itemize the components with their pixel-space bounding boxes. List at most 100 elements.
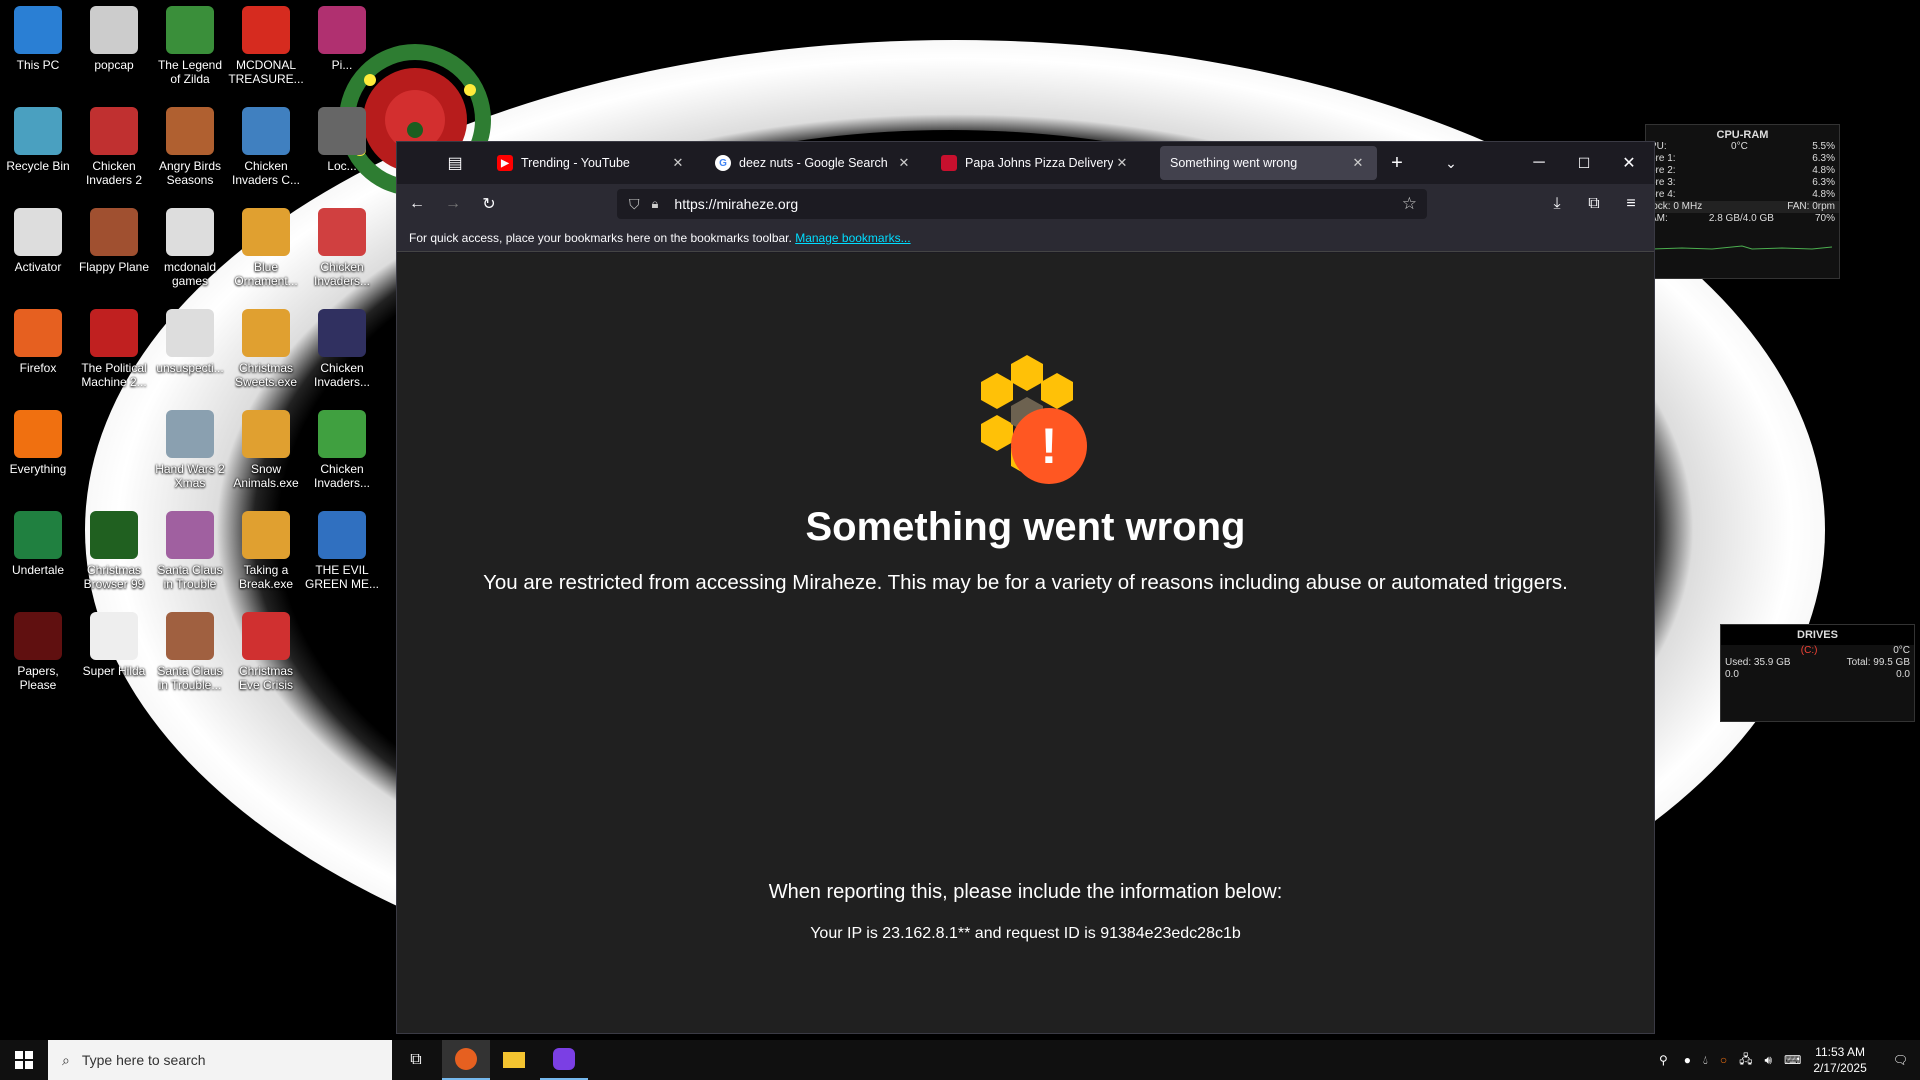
list-tabs-chevron-icon[interactable]: ⌄ bbox=[1437, 149, 1465, 177]
app-icon bbox=[90, 107, 138, 155]
close-icon[interactable]: ✕ bbox=[895, 155, 913, 171]
desktop-icon-label: Undertale bbox=[11, 563, 65, 577]
close-icon[interactable]: ✕ bbox=[1113, 155, 1131, 171]
desktop-icon[interactable]: Activator bbox=[0, 208, 76, 274]
extensions-icon[interactable]: ⧉ bbox=[1580, 190, 1608, 218]
tab-google[interactable]: G deez nuts - Google Search ✕ bbox=[705, 146, 923, 180]
desktop-icon[interactable]: The Political Machine 2... bbox=[76, 309, 152, 389]
desktop-icon[interactable]: Santa Claus in Trouble bbox=[152, 511, 228, 591]
desktop-icon[interactable]: Chicken Invaders 2 bbox=[76, 107, 152, 187]
tab-youtube[interactable]: ▶ Trending - YouTube ✕ bbox=[487, 146, 697, 180]
desktop-icon[interactable]: unsuspecti... bbox=[152, 309, 228, 375]
shield-icon[interactable]: ⛉ bbox=[629, 196, 640, 213]
people-icon[interactable]: ⚲ bbox=[1659, 1053, 1668, 1067]
url-text[interactable]: https://miraheze.org bbox=[674, 196, 798, 212]
app-icon bbox=[14, 410, 62, 458]
network-icon[interactable]: 🖧︎ bbox=[1739, 1050, 1752, 1071]
app-icon bbox=[318, 6, 366, 54]
desktop-icon[interactable]: Taking a Break.exe bbox=[228, 511, 304, 591]
downloads-icon[interactable]: ⤓ bbox=[1543, 190, 1571, 218]
desktop-icon[interactable]: Hand Wars 2 Xmas bbox=[152, 410, 228, 490]
close-icon[interactable]: ✕ bbox=[669, 155, 687, 171]
notification-icon[interactable]: 🗨︎ bbox=[1893, 1053, 1908, 1067]
everything-tray-icon[interactable]: ○ bbox=[1720, 1053, 1727, 1067]
tray-app-icon[interactable]: ● bbox=[1684, 1053, 1691, 1067]
address-bar[interactable]: ⛉ 🔒︎ https://miraheze.org ☆ bbox=[617, 189, 1427, 219]
desktop-icon-label: Activator bbox=[14, 260, 62, 274]
desktop-icon[interactable]: Chicken Invaders... bbox=[304, 410, 380, 490]
desktop-icon[interactable]: Recycle Bin bbox=[0, 107, 76, 173]
keyboard-icon[interactable]: ⌨ bbox=[1784, 1053, 1801, 1067]
desktop-icon-label: Santa Claus in Trouble bbox=[157, 563, 223, 591]
new-tab-button[interactable]: + bbox=[1383, 149, 1411, 177]
start-button[interactable] bbox=[0, 1040, 48, 1080]
cpu-clock: lock: 0 MHz bbox=[1650, 201, 1703, 212]
app-icon bbox=[318, 309, 366, 357]
taskbar-file-explorer[interactable] bbox=[490, 1040, 538, 1080]
drive-row: (C:) 0°C bbox=[1721, 645, 1914, 657]
desktop-icon[interactable]: Loc... bbox=[304, 107, 380, 173]
tab-bar: ▤ ▶ Trending - YouTube ✕ G deez nuts - G… bbox=[397, 142, 1654, 184]
desktop-icon[interactable]: Blue Ornament... bbox=[228, 208, 304, 288]
app-icon bbox=[318, 208, 366, 256]
tab-papajohns[interactable]: Papa Johns Pizza Delivery & Ca ✕ bbox=[931, 146, 1141, 180]
close-window-button[interactable]: ✕ bbox=[1615, 149, 1643, 177]
task-view-button[interactable]: ⧉ bbox=[392, 1040, 440, 1080]
manage-bookmarks-link[interactable]: Manage bookmarks... bbox=[795, 231, 910, 245]
drives-widget: DRIVES (C:) 0°C Used: 35.9 GB Total: 99.… bbox=[1720, 624, 1915, 722]
volume-icon[interactable]: 🔊︎ bbox=[1764, 1053, 1772, 1068]
desktop-icon[interactable]: Chicken Invaders C... bbox=[228, 107, 304, 187]
desktop-icon[interactable]: Christmas Sweets.exe bbox=[228, 309, 304, 389]
desktop-icon[interactable]: Christmas Eve Crisis bbox=[228, 612, 304, 692]
app-icon bbox=[242, 612, 290, 660]
core-row: ore 2: 4.8% bbox=[1646, 165, 1839, 177]
reload-button[interactable]: ↻ bbox=[475, 190, 503, 218]
desktop-icon[interactable]: Santa Claus in Trouble... bbox=[152, 612, 228, 692]
app-icon bbox=[90, 6, 138, 54]
desktop-icon[interactable]: Pi... bbox=[304, 6, 380, 72]
desktop-icon[interactable]: Snow Animals.exe bbox=[228, 410, 304, 490]
desktop-icon[interactable]: MCDONAL TREASURE... bbox=[228, 6, 304, 86]
app-icon bbox=[14, 309, 62, 357]
back-button[interactable]: ← bbox=[403, 190, 431, 218]
system-tray: ⚲ ● 💧︎ ○ 🖧︎ 🔊︎ ⌨ 11:53 AM 2/17/2025 🗨︎ bbox=[1649, 1040, 1920, 1080]
clock-time: 11:53 AM bbox=[1815, 1045, 1865, 1059]
minimize-button[interactable]: ─ bbox=[1525, 149, 1553, 177]
desktop-icon[interactable]: The Legend of Zilda bbox=[152, 6, 228, 86]
desktop-icon[interactable]: Firefox bbox=[0, 309, 76, 375]
close-icon[interactable]: ✕ bbox=[1349, 155, 1367, 171]
desktop-icon[interactable]: mcdonald games bbox=[152, 208, 228, 288]
clock[interactable]: 11:53 AM 2/17/2025 bbox=[1813, 1044, 1866, 1076]
app-icon bbox=[166, 6, 214, 54]
core-row: ore 4: 4.8% bbox=[1646, 189, 1839, 201]
desktop-icon[interactable]: Chicken Invaders... bbox=[304, 208, 380, 288]
app-icon bbox=[242, 309, 290, 357]
desktop-icon[interactable]: Papers, Please bbox=[0, 612, 76, 692]
bookmark-star-icon[interactable]: ☆ bbox=[1402, 194, 1417, 214]
maximize-button[interactable]: ☐ bbox=[1570, 149, 1598, 177]
lock-icon[interactable]: 🔒︎ bbox=[652, 196, 659, 212]
desktop-icon-label: Christmas Browser 99 bbox=[83, 563, 145, 591]
cpu-percent: 5.5% bbox=[1812, 141, 1835, 152]
forward-button[interactable]: → bbox=[439, 190, 467, 218]
tab-something-went-wrong[interactable]: Something went wrong ✕ bbox=[1160, 146, 1377, 180]
desktop-icon[interactable]: Chicken Invaders... bbox=[304, 309, 380, 389]
taskbar-firefox[interactable] bbox=[442, 1040, 490, 1080]
drop-icon[interactable]: 💧︎ bbox=[1703, 1053, 1708, 1068]
tab-title: Something went wrong bbox=[1170, 156, 1298, 170]
app-icon bbox=[318, 410, 366, 458]
desktop-icon[interactable]: Angry Birds Seasons bbox=[152, 107, 228, 187]
desktop-icon[interactable]: Undertale bbox=[0, 511, 76, 577]
desktop-icon[interactable]: This PC bbox=[0, 6, 76, 72]
desktop-icon[interactable]: Flappy Plane bbox=[76, 208, 152, 274]
desktop-icon[interactable]: Everything bbox=[0, 410, 76, 476]
desktop-icon[interactable]: Christmas Browser 99 bbox=[76, 511, 152, 591]
taskbar-search-box[interactable]: ⌕ Type here to search bbox=[48, 1040, 392, 1080]
menu-icon[interactable]: ≡ bbox=[1617, 190, 1645, 218]
app-icon bbox=[242, 511, 290, 559]
desktop-icon[interactable]: THE EVIL GREEN ME... bbox=[304, 511, 380, 591]
taskbar-app[interactable] bbox=[540, 1040, 588, 1080]
firefox-view-icon[interactable]: ▤ bbox=[441, 149, 469, 177]
desktop-icon[interactable]: Super Hilda bbox=[76, 612, 152, 678]
desktop-icon[interactable]: popcap bbox=[76, 6, 152, 72]
